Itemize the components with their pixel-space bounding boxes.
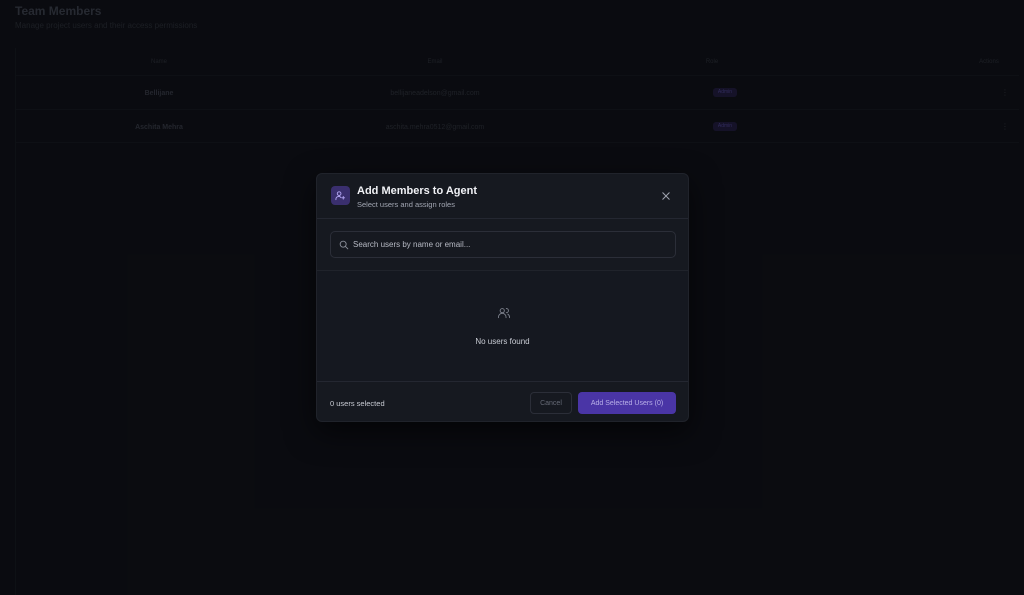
selected-count: 0 users selected — [330, 399, 385, 408]
empty-state-text: No users found — [475, 337, 530, 346]
user-list: No users found — [317, 270, 688, 382]
search-field[interactable] — [330, 231, 676, 258]
dialog-footer: 0 users selected Cancel Add Selected Use… — [317, 382, 688, 421]
users-icon — [497, 308, 511, 319]
users-plus-icon — [331, 186, 350, 205]
page: Team Members Manage project users and th… — [0, 0, 1024, 595]
cancel-button[interactable]: Cancel — [530, 392, 572, 414]
search-input[interactable] — [353, 232, 671, 257]
search-icon — [339, 240, 349, 250]
close-icon — [662, 192, 670, 200]
dialog-subtitle: Select users and assign roles — [357, 200, 455, 209]
add-selected-users-button[interactable]: Add Selected Users (0) — [578, 392, 676, 414]
dialog-title: Add Members to Agent — [357, 185, 477, 197]
add-members-dialog: Add Members to Agent Select users and as… — [316, 173, 689, 422]
close-button[interactable] — [660, 190, 672, 202]
dialog-header: Add Members to Agent Select users and as… — [317, 174, 688, 219]
